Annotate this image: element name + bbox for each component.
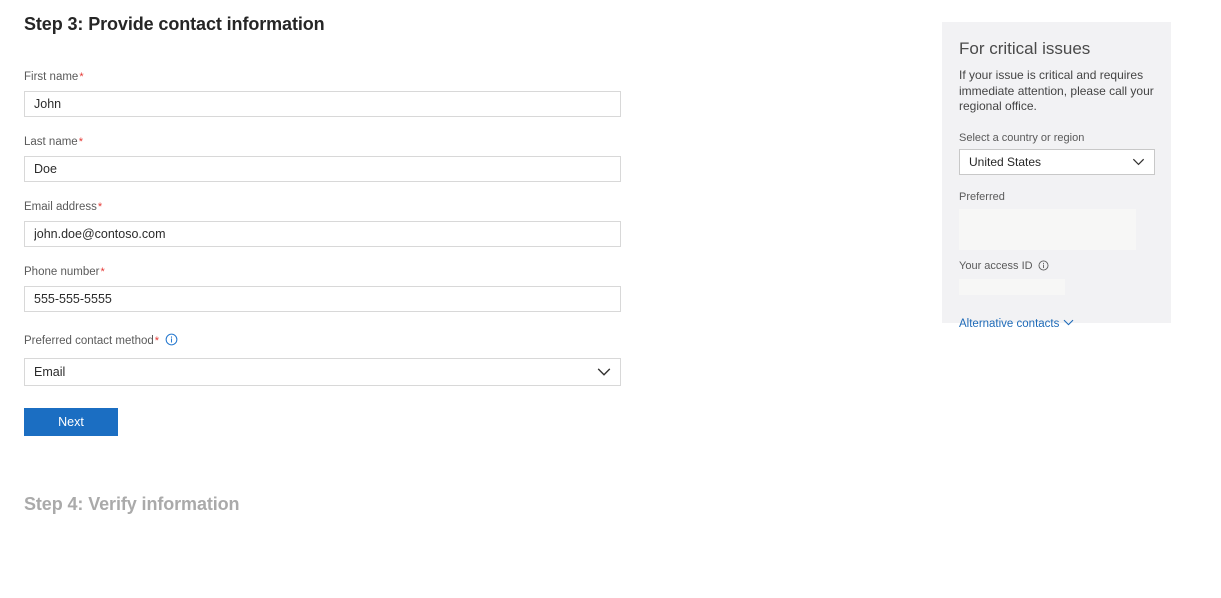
preferred-contact-method-label-text: Preferred contact method — [24, 335, 154, 347]
field-preferred-contact-method: Preferred contact method* Email — [24, 333, 624, 386]
preferred-label: Preferred — [959, 190, 1005, 203]
next-button[interactable]: Next — [24, 408, 118, 436]
required-asterisk: * — [154, 335, 160, 347]
field-first-name: First name* — [24, 70, 624, 117]
first-name-label: First name* — [24, 70, 624, 84]
info-circle-icon[interactable] — [1038, 260, 1049, 275]
panel-preferred-section: Preferred — [959, 190, 1154, 250]
phone-number-label-text: Phone number — [24, 266, 100, 278]
field-email-address: Email address* — [24, 200, 624, 247]
access-id-loading-placeholder — [959, 278, 1065, 295]
panel-country-field: Select a country or region United States — [959, 131, 1155, 175]
field-last-name: Last name* — [24, 135, 624, 182]
required-asterisk: * — [97, 201, 103, 213]
first-name-label-text: First name — [24, 71, 79, 83]
chevron-down-icon — [1063, 319, 1074, 326]
preferred-loading-placeholder — [959, 208, 1136, 250]
panel-description: If your issue is critical and requires i… — [959, 68, 1154, 113]
preferred-contact-method-select[interactable]: Email — [24, 358, 621, 386]
country-select-value: United States — [959, 148, 1155, 175]
phone-number-label: Phone number* — [24, 265, 624, 279]
last-name-label-text: Last name — [24, 136, 78, 148]
email-address-label-text: Email address — [24, 201, 97, 213]
required-asterisk: * — [78, 136, 83, 148]
access-id-label-text: Your access ID — [959, 259, 1033, 272]
last-name-input[interactable] — [24, 156, 621, 182]
preferred-contact-method-label: Preferred contact method* — [24, 333, 624, 350]
phone-number-input[interactable] — [24, 286, 621, 312]
email-address-label: Email address* — [24, 200, 624, 214]
email-address-input[interactable] — [24, 221, 621, 247]
panel-access-id-section: Your access ID — [959, 259, 1154, 295]
info-circle-icon[interactable] — [165, 333, 178, 350]
step-4-title: Step 4: Verify information — [24, 494, 240, 514]
first-name-input[interactable] — [24, 91, 621, 117]
access-id-label: Your access ID — [959, 259, 1154, 275]
alternative-contacts-link[interactable]: Alternative contacts — [959, 317, 1074, 331]
panel-title: For critical issues — [959, 39, 1091, 58]
country-select[interactable]: United States — [959, 148, 1155, 175]
critical-issues-panel: For critical issues If your issue is cri… — [942, 22, 1171, 330]
last-name-label: Last name* — [24, 135, 624, 149]
required-asterisk: * — [79, 71, 84, 83]
field-phone-number: Phone number* — [24, 265, 624, 312]
alternative-contacts-label: Alternative contacts — [959, 317, 1060, 330]
country-select-label: Select a country or region — [959, 131, 1085, 144]
contact-information-form: Step 3: Provide contact information Firs… — [24, 12, 624, 516]
page-title: Step 3: Provide contact information — [24, 14, 325, 34]
required-asterisk: * — [100, 266, 105, 278]
preferred-contact-method-value: Email — [24, 358, 621, 386]
